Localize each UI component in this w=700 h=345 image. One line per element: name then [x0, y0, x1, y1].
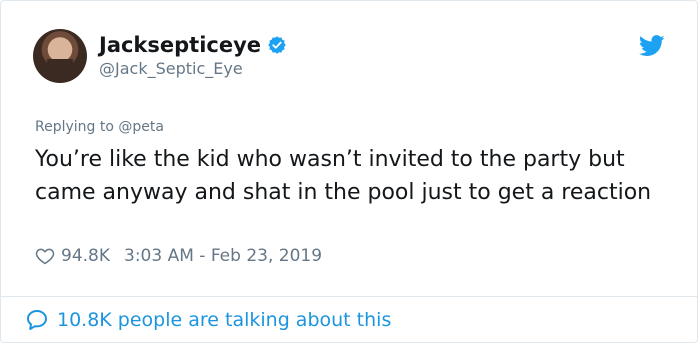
conversation-link[interactable]: 10.8K people are talking about this [25, 308, 391, 332]
display-name[interactable]: Jacksepticeye [99, 32, 261, 58]
replying-prefix: Replying to [35, 119, 114, 135]
verified-badge-icon [268, 36, 286, 54]
like-count[interactable]: 94.8K [61, 246, 110, 266]
tweet-header: Jacksepticeye @Jack_Septic_Eye [33, 29, 287, 83]
tweet-text: You’re like the kid who wasn’t invited t… [35, 147, 652, 205]
replying-mention-link[interactable]: @peta [118, 119, 164, 135]
comment-bubble-icon [27, 310, 47, 330]
name-row: Jacksepticeye [99, 32, 287, 58]
heart-icon[interactable] [35, 246, 55, 266]
tweet-card[interactable]: Jacksepticeye @Jack_Septic_Eye Replying … [0, 0, 698, 343]
avatar[interactable] [33, 29, 87, 83]
user-info: Jacksepticeye @Jack_Septic_Eye [99, 32, 287, 80]
tweet-meta: 94.8K 3:03 AM - Feb 23, 2019 [35, 246, 322, 266]
timestamp[interactable]: 3:03 AM - Feb 23, 2019 [124, 246, 322, 266]
user-handle[interactable]: @Jack_Septic_Eye [99, 58, 287, 80]
conversation-text[interactable]: 10.8K people are talking about this [57, 309, 391, 331]
twitter-bird-icon[interactable] [639, 35, 665, 57]
divider [1, 296, 697, 297]
replying-to: Replying to @peta [35, 119, 164, 135]
